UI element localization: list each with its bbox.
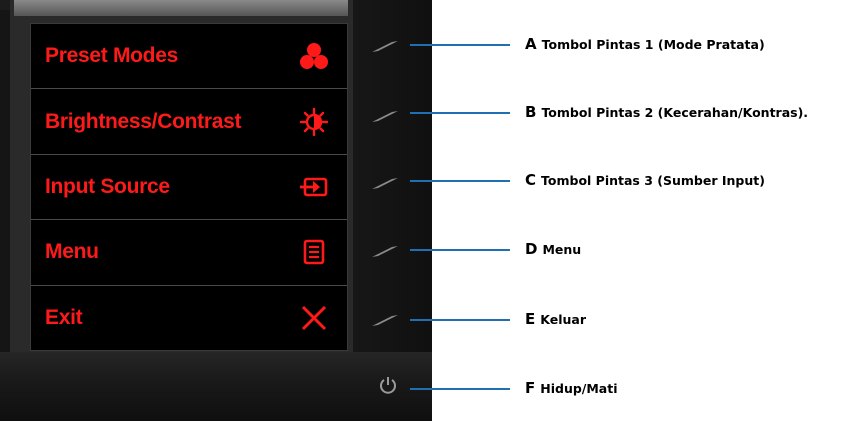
osd-label: Exit	[45, 305, 83, 329]
callout-label: C Tombol Pintas 3 (Sumber Input)	[525, 171, 765, 189]
menu-icon	[299, 237, 329, 267]
exit-icon	[299, 303, 329, 333]
callout-text: Keluar	[540, 312, 586, 327]
preset-modes-icon	[299, 41, 329, 71]
callout-letter: A	[525, 35, 537, 53]
callout-line	[410, 44, 510, 46]
callout-label: E Keluar	[525, 310, 586, 328]
callout-line	[410, 180, 510, 182]
osd-label: Brightness/Contrast	[45, 109, 242, 133]
hotkey-1-button[interactable]	[370, 38, 400, 52]
power-button[interactable]	[378, 375, 398, 395]
osd-item-input-source[interactable]: Input Source	[31, 155, 347, 221]
brightness-icon	[299, 107, 329, 137]
callout-line	[410, 388, 510, 390]
callout-label: B Tombol Pintas 2 (Kecerahan/Kontras).	[525, 103, 808, 121]
callout-line	[410, 249, 510, 251]
callout-letter: E	[525, 310, 536, 328]
callout-text: Tombol Pintas 3 (Sumber Input)	[541, 173, 765, 188]
osd-item-preset-modes[interactable]: Preset Modes	[31, 24, 347, 90]
osd-label: Input Source	[45, 175, 170, 199]
callout-line	[410, 112, 510, 114]
callout-text: Tombol Pintas 1 (Mode Pratata)	[541, 37, 765, 52]
callout-letter: F	[525, 379, 536, 397]
osd-item-exit[interactable]: Exit	[31, 286, 347, 350]
hotkey-2-button[interactable]	[370, 108, 400, 122]
callout-text: Tombol Pintas 2 (Kecerahan/Kontras).	[541, 105, 809, 120]
hotkey-3-button[interactable]	[370, 175, 400, 189]
callout-label: A Tombol Pintas 1 (Mode Pratata)	[525, 35, 765, 53]
exit-button[interactable]	[370, 312, 400, 326]
osd-menu: Preset Modes Brightness/Contrast Input S…	[30, 23, 348, 351]
menu-button[interactable]	[370, 243, 400, 257]
osd-label: Preset Modes	[45, 44, 178, 68]
callout-letter: C	[525, 171, 537, 189]
callout-label: D Menu	[525, 240, 581, 258]
osd-item-brightness-contrast[interactable]: Brightness/Contrast	[31, 89, 347, 155]
osd-label: Menu	[45, 240, 99, 264]
osd-item-menu[interactable]: Menu	[31, 220, 347, 286]
screen-glare	[14, 0, 348, 16]
callout-letter: D	[525, 240, 538, 258]
bezel-bottom	[0, 352, 432, 421]
callout-label: F Hidup/Mati	[525, 379, 618, 397]
callout-text: Hidup/Mati	[540, 381, 618, 396]
input-source-icon	[299, 172, 329, 202]
callout-text: Menu	[542, 242, 582, 257]
callout-letter: B	[525, 103, 537, 121]
callout-line	[410, 319, 510, 321]
